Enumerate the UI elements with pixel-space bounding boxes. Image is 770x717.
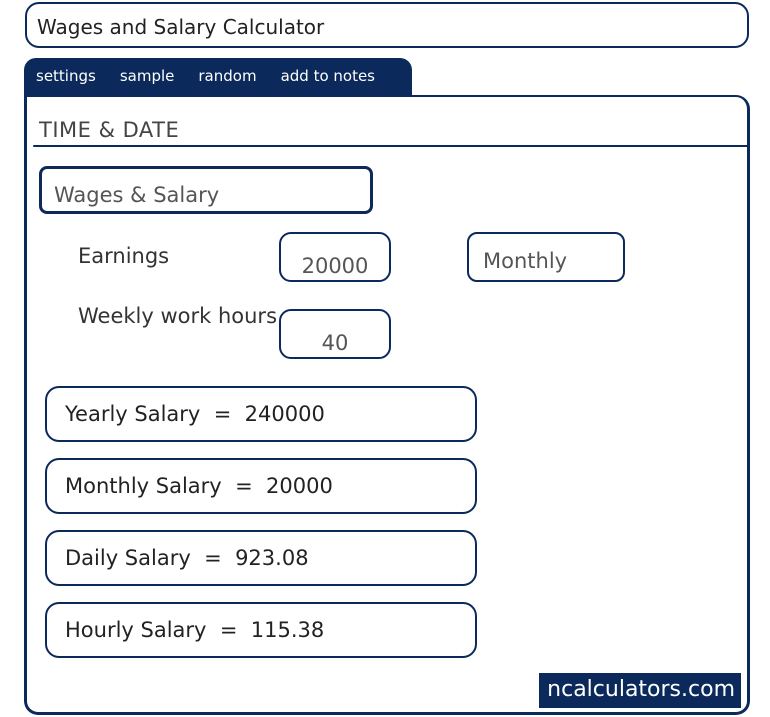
- tab-sample[interactable]: sample: [108, 58, 187, 95]
- earnings-input[interactable]: [279, 232, 391, 282]
- section-divider: [33, 145, 749, 147]
- earnings-label: Earnings: [78, 244, 170, 268]
- result-text: Yearly Salary = 240000: [65, 402, 325, 426]
- result-text: Monthly Salary = 20000: [65, 474, 333, 498]
- result-daily-salary: Daily Salary = 923.08: [45, 530, 477, 586]
- earnings-period-select[interactable]: Monthly: [467, 232, 625, 282]
- weekly-hours-input[interactable]: [279, 309, 391, 359]
- result-text: Hourly Salary = 115.38: [65, 618, 325, 642]
- result-monthly-salary: Monthly Salary = 20000: [45, 458, 477, 514]
- page-title: Wages and Salary Calculator: [37, 15, 325, 39]
- result-text: Daily Salary = 923.08: [65, 546, 309, 570]
- calculator-type-value: Wages & Salary: [54, 183, 220, 207]
- tab-random[interactable]: random: [186, 58, 268, 95]
- calculator-panel: TIME & DATE Wages & Salary Earnings Mont…: [24, 95, 750, 715]
- calculator-title-box: Wages and Salary Calculator: [25, 2, 749, 48]
- section-title: TIME & DATE: [39, 118, 180, 142]
- result-hourly-salary: Hourly Salary = 115.38: [45, 602, 477, 658]
- tab-add-to-notes[interactable]: add to notes: [269, 58, 387, 95]
- result-yearly-salary: Yearly Salary = 240000: [45, 386, 477, 442]
- calculator-type-select[interactable]: Wages & Salary: [39, 166, 373, 214]
- brand-logo[interactable]: ncalculators.com: [539, 673, 741, 708]
- tab-settings[interactable]: settings: [24, 58, 108, 95]
- weekly-hours-label: Weekly work hours: [78, 304, 278, 328]
- tab-bar: settings sample random add to notes: [24, 58, 412, 95]
- earnings-period-value: Monthly: [483, 249, 568, 273]
